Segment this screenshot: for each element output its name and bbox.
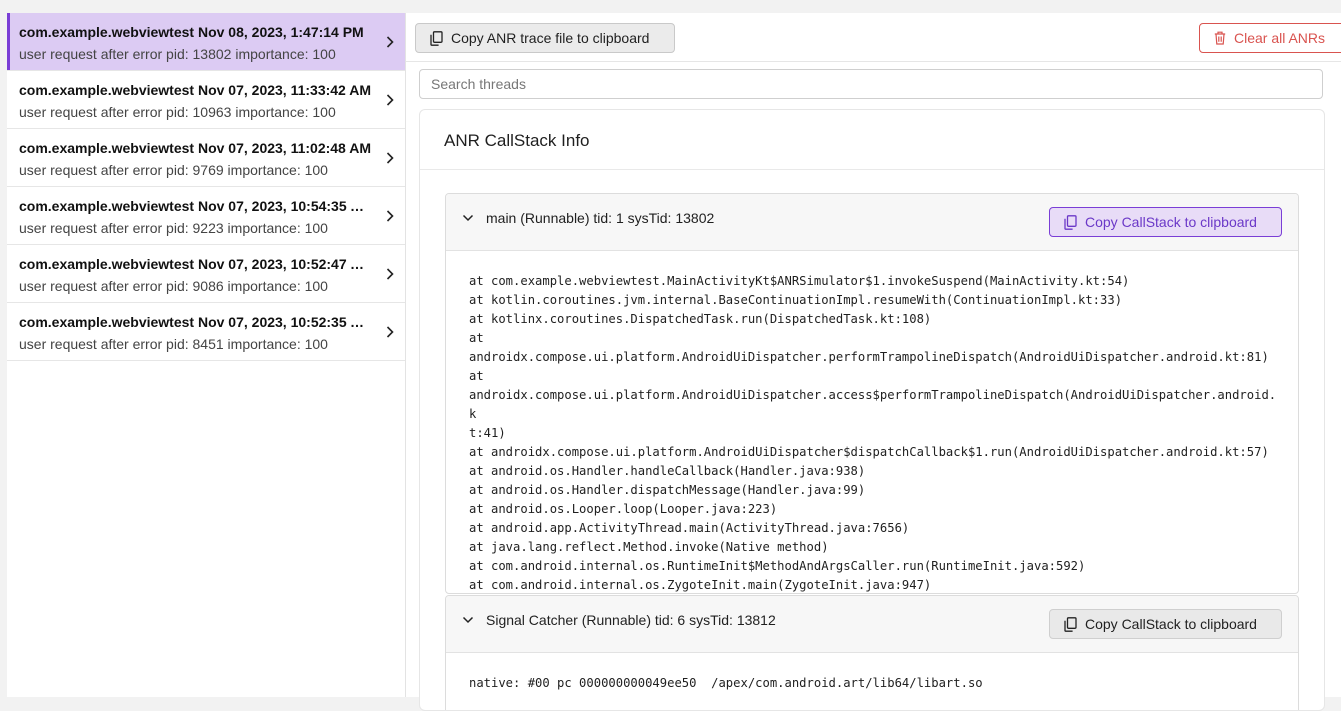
callstack-info-title: ANR CallStack Info — [444, 131, 590, 150]
anr-item-subtitle: user request after error pid: 8451 impor… — [19, 336, 328, 352]
anr-callstack-info-card: ANR CallStack Info main (Runnable) tid: … — [419, 109, 1325, 711]
anr-list-sidebar: com.example.webviewtest Nov 08, 2023, 1:… — [7, 13, 406, 697]
thread-name: main (Runnable) tid: 1 sysTid: 13802 — [486, 210, 715, 226]
chevron-right-icon — [386, 268, 394, 280]
copy-icon — [430, 30, 443, 46]
chevron-down-icon[interactable] — [462, 614, 474, 626]
clear-all-anrs-label: Clear all ANRs — [1234, 30, 1326, 46]
anr-item-title: com.example.webviewtest Nov 07, 2023, 11… — [19, 82, 371, 98]
trash-icon — [1214, 31, 1226, 45]
anr-item-title: com.example.webviewtest Nov 07, 2023, 10… — [19, 198, 371, 214]
anr-item-subtitle: user request after error pid: 9223 impor… — [19, 220, 328, 236]
thread-panel: Signal Catcher (Runnable) tid: 6 sysTid:… — [445, 595, 1299, 710]
anr-list-item[interactable]: com.example.webviewtest Nov 07, 2023, 10… — [7, 303, 405, 361]
copy-anr-trace-label: Copy ANR trace file to clipboard — [451, 30, 650, 46]
anr-item-subtitle: user request after error pid: 9769 impor… — [19, 162, 328, 178]
clear-all-anrs-button[interactable]: Clear all ANRs — [1199, 23, 1341, 53]
chevron-down-icon[interactable] — [462, 212, 474, 224]
search-threads-input[interactable] — [419, 69, 1323, 99]
copy-callstack-button[interactable]: Copy CallStack to clipboard — [1049, 207, 1282, 237]
toolbar: Copy ANR trace file to clipboard Clear a… — [406, 13, 1341, 62]
thread-header[interactable]: main (Runnable) tid: 1 sysTid: 13802 Cop… — [446, 194, 1298, 251]
copy-anr-trace-button[interactable]: Copy ANR trace file to clipboard — [415, 23, 675, 53]
anr-item-title: com.example.webviewtest Nov 07, 2023, 10… — [19, 256, 371, 272]
callstack-text: at com.example.webviewtest.MainActivityK… — [469, 274, 1277, 592]
anr-list-item[interactable]: com.example.webviewtest Nov 07, 2023, 10… — [7, 187, 405, 245]
thread-header[interactable]: Signal Catcher (Runnable) tid: 6 sysTid:… — [446, 596, 1298, 653]
anr-list-item[interactable]: com.example.webviewtest Nov 08, 2023, 1:… — [7, 13, 405, 71]
copy-callstack-label: Copy CallStack to clipboard — [1085, 616, 1257, 632]
thread-name: Signal Catcher (Runnable) tid: 6 sysTid:… — [486, 612, 776, 628]
copy-icon — [1064, 616, 1077, 632]
anr-item-subtitle: user request after error pid: 13802 impo… — [19, 46, 336, 62]
callstack-text: native: #00 pc 000000000049ee50 /apex/co… — [469, 676, 983, 690]
anr-list-item[interactable]: com.example.webviewtest Nov 07, 2023, 11… — [7, 71, 405, 129]
anr-item-title: com.example.webviewtest Nov 07, 2023, 10… — [19, 314, 371, 330]
divider — [420, 169, 1324, 170]
anr-item-title: com.example.webviewtest Nov 07, 2023, 11… — [19, 140, 371, 156]
copy-callstack-button[interactable]: Copy CallStack to clipboard — [1049, 609, 1282, 639]
anr-item-title: com.example.webviewtest Nov 08, 2023, 1:… — [19, 24, 364, 40]
anr-list-item[interactable]: com.example.webviewtest Nov 07, 2023, 10… — [7, 245, 405, 303]
anr-item-subtitle: user request after error pid: 10963 impo… — [19, 104, 336, 120]
copy-icon — [1064, 214, 1077, 230]
chevron-right-icon — [386, 326, 394, 338]
anr-item-subtitle: user request after error pid: 9086 impor… — [19, 278, 328, 294]
copy-callstack-label: Copy CallStack to clipboard — [1085, 214, 1257, 230]
chevron-right-icon — [386, 36, 394, 48]
anr-detail-panel: Copy ANR trace file to clipboard Clear a… — [406, 13, 1341, 711]
chevron-right-icon — [386, 94, 394, 106]
chevron-right-icon — [386, 210, 394, 222]
anr-list-item[interactable]: com.example.webviewtest Nov 07, 2023, 11… — [7, 129, 405, 187]
chevron-right-icon — [386, 152, 394, 164]
thread-panel: main (Runnable) tid: 1 sysTid: 13802 Cop… — [445, 193, 1299, 594]
